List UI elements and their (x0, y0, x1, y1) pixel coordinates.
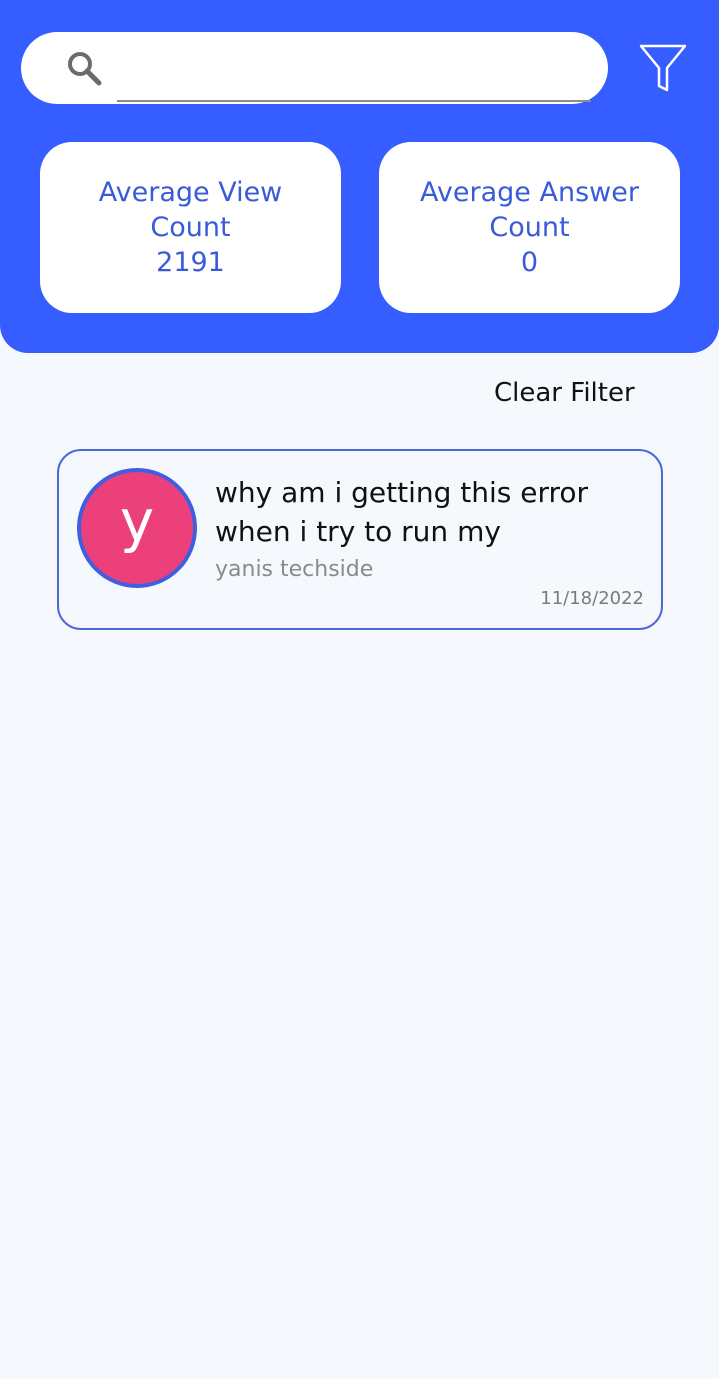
average-answer-count-card: Average Answer Count 0 (379, 142, 680, 313)
average-view-count-value: 2191 (156, 247, 225, 278)
search-input[interactable] (117, 36, 591, 102)
search-icon[interactable] (64, 48, 104, 88)
clear-filter-button[interactable]: Clear Filter (494, 373, 635, 413)
question-date: 11/18/2022 (540, 588, 644, 609)
question-card[interactable]: y why am i getting this error when i try… (57, 449, 663, 630)
average-answer-count-label: Average Answer Count (420, 177, 639, 243)
header-panel: Average View Count 2191 Average Answer C… (0, 0, 719, 353)
average-answer-count-value: 0 (520, 247, 539, 278)
average-view-count-card: Average View Count 2191 (40, 142, 341, 313)
avatar: y (77, 468, 197, 588)
average-view-count-label: Average View Count (98, 177, 283, 243)
question-author: yanis techside (215, 557, 374, 582)
filter-icon[interactable] (637, 42, 689, 94)
question-title: why am i getting this error when i try t… (215, 476, 589, 548)
